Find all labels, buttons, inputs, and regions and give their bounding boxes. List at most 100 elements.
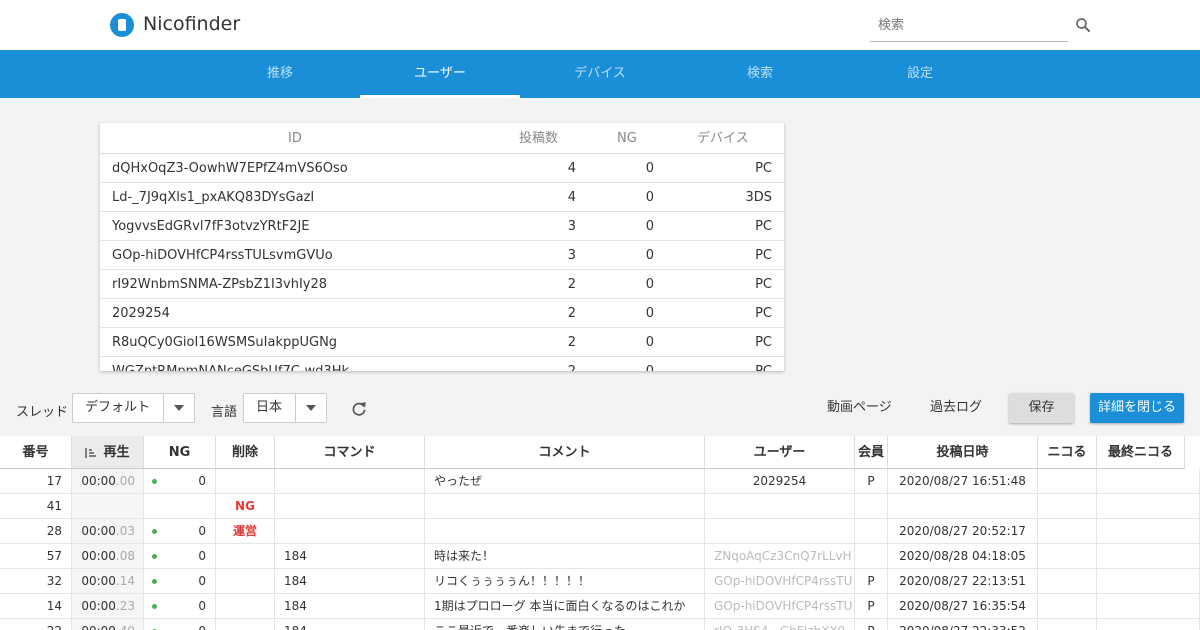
post-date: 2020/08/27 16:51:48 [888, 469, 1038, 494]
user-row[interactable]: WGZptRMpmNANceGSbUf7C-wd3Hk 2 0 PC [100, 357, 784, 371]
column-posts[interactable]: 投稿数 [519, 123, 558, 154]
last-nicoru [1097, 619, 1200, 630]
user-id[interactable] [705, 494, 855, 519]
ng-status-dot-icon [152, 529, 157, 534]
user-row[interactable]: rI92WnbmSNMA-ZPsbZ1I3vhIy28 2 0 PC [100, 270, 784, 299]
ng-score: 0 [144, 519, 216, 544]
nicofinder-logo-icon[interactable] [110, 13, 134, 37]
user-row[interactable]: R8uQCy0GioI16WSMSuIakppUGNg 2 0 PC [100, 328, 784, 357]
column-id[interactable]: ID [288, 123, 304, 154]
column-user[interactable]: ユーザー [705, 436, 855, 469]
user-id[interactable]: ZNqoAqCz3CnQ7rLLvH [705, 544, 855, 569]
tab-devices[interactable]: デバイス [520, 50, 680, 98]
column-comment[interactable]: コメント [425, 436, 705, 469]
user-post-count: 3 [567, 248, 576, 263]
user-row[interactable]: GOp-hiDOVHfCP4rssTULsvmGVUo 3 0 PC [100, 241, 784, 270]
post-date: 2020/08/27 22:33:52 [888, 619, 1038, 630]
save-button[interactable]: 保存 [1009, 393, 1074, 423]
row-number: 28 [0, 519, 72, 544]
user-id[interactable] [705, 519, 855, 544]
user-id: YogvvsEdGRvl7fF3otvzYRtF2JE [112, 219, 310, 234]
column-delete[interactable]: 削除 [216, 436, 275, 469]
tab-settings[interactable]: 設定 [840, 50, 1000, 98]
ng-score [144, 494, 216, 519]
app-title[interactable]: Nicofinder [143, 13, 240, 35]
ng-score-value: 0 [198, 474, 206, 488]
user-device: PC [755, 357, 772, 371]
user-id[interactable]: GOp-hiDOVHfCP4rssTU [705, 594, 855, 619]
column-play-label: 再生 [103, 445, 130, 460]
user-device: PC [755, 277, 772, 292]
delete-status: NG [216, 494, 275, 519]
column-device[interactable]: デバイス [697, 123, 749, 154]
user-device: 3DS [745, 190, 772, 205]
user-ng-count: 0 [645, 161, 654, 176]
column-post-date[interactable]: 投稿日時 [888, 436, 1038, 469]
nicoru-count [1038, 569, 1097, 594]
column-ng[interactable]: NG [617, 123, 637, 154]
user-ng-count: 0 [645, 219, 654, 234]
user-row[interactable]: dQHxOqZ3-OowhW7EPfZ4mVS6Oso 4 0 PC [100, 154, 784, 183]
user-post-count: 4 [567, 190, 576, 205]
column-number[interactable]: 番号 [0, 436, 72, 469]
column-command[interactable]: コマンド [275, 436, 425, 469]
search-box [870, 10, 1068, 42]
user-id[interactable]: rIQ-3HS4...GbFIzhXX9 [705, 619, 855, 630]
column-member[interactable]: 会員 [855, 436, 888, 469]
comment-text[interactable]: 1期はプロローグ 本当に面白くなるのはこれか [425, 594, 705, 619]
delete-status [216, 594, 275, 619]
search-input[interactable] [870, 10, 1068, 40]
post-date: 2020/08/27 20:52:17 [888, 519, 1038, 544]
tab-users[interactable]: ユーザー [360, 50, 520, 98]
comment-text[interactable]: やったぜ [425, 469, 705, 494]
app-header: Nicofinder [0, 0, 1200, 50]
comment-text[interactable]: リコくぅぅぅぅん！！！！！ [425, 569, 705, 594]
user-id: 2029254 [112, 306, 170, 321]
column-play[interactable]: 再生 [72, 436, 144, 469]
user-id: WGZptRMpmNANceGSbUf7C-wd3Hk [112, 357, 349, 371]
past-log-button[interactable]: 過去ログ [930, 393, 982, 423]
play-time-main: 00:00 [81, 524, 116, 538]
command: 184 [275, 569, 425, 594]
language-select[interactable]: 日本 [243, 393, 327, 423]
sort-ascending-icon [85, 447, 97, 458]
column-ng[interactable]: NG [144, 436, 216, 469]
close-detail-button[interactable]: 詳細を閉じる [1090, 393, 1184, 423]
user-ng-count: 0 [645, 248, 654, 263]
play-time-main: 00:00 [81, 474, 116, 488]
comment-text[interactable]: 時は来た！ [425, 544, 705, 569]
delete-status [216, 544, 275, 569]
last-nicoru [1097, 544, 1200, 569]
comment-text[interactable] [425, 519, 705, 544]
tab-search[interactable]: 検索 [680, 50, 840, 98]
tab-trend[interactable]: 推移 [200, 50, 360, 98]
comment-text[interactable] [425, 494, 705, 519]
row-number: 41 [0, 494, 72, 519]
user-id[interactable]: 2029254 [705, 469, 855, 494]
search-icon[interactable] [1074, 16, 1092, 34]
ng-score-value: 0 [198, 574, 206, 588]
ng-score: 0 [144, 569, 216, 594]
play-time: 00:00.23 [72, 594, 144, 619]
user-table-header: ID 投稿数 NG デバイス [100, 123, 784, 154]
nicoru-count [1038, 594, 1097, 619]
play-time: 00:00.00 [72, 469, 144, 494]
column-nicoru[interactable]: ニコる [1038, 436, 1097, 469]
user-row[interactable]: YogvvsEdGRvl7fF3otvzYRtF2JE 3 0 PC [100, 212, 784, 241]
user-row[interactable]: Ld-_7J9qXls1_pxAKQ83DYsGazI 4 0 3DS [100, 183, 784, 212]
last-nicoru [1097, 469, 1200, 494]
member-type: P [855, 569, 888, 594]
post-date [888, 494, 1038, 519]
user-row[interactable]: 2029254 2 0 PC [100, 299, 784, 328]
column-last-nicoru[interactable]: 最終ニコる [1097, 436, 1185, 469]
user-post-count: 2 [567, 306, 576, 321]
video-page-button[interactable]: 動画ページ [827, 393, 892, 423]
reload-icon[interactable] [350, 400, 368, 418]
user-id[interactable]: GOp-hiDOVHfCP4rssTU [705, 569, 855, 594]
thread-select[interactable]: デフォルト [72, 393, 195, 423]
tab-bar: 推移 ユーザー デバイス 検索 設定 [0, 50, 1200, 98]
user-id: GOp-hiDOVHfCP4rssTULsvmGVUo [112, 248, 333, 263]
play-time-ms: .00 [115, 474, 135, 488]
comment-text[interactable]: ここ最近で一番楽しい先まで行った [425, 619, 705, 630]
ng-status-dot-icon [152, 579, 157, 584]
